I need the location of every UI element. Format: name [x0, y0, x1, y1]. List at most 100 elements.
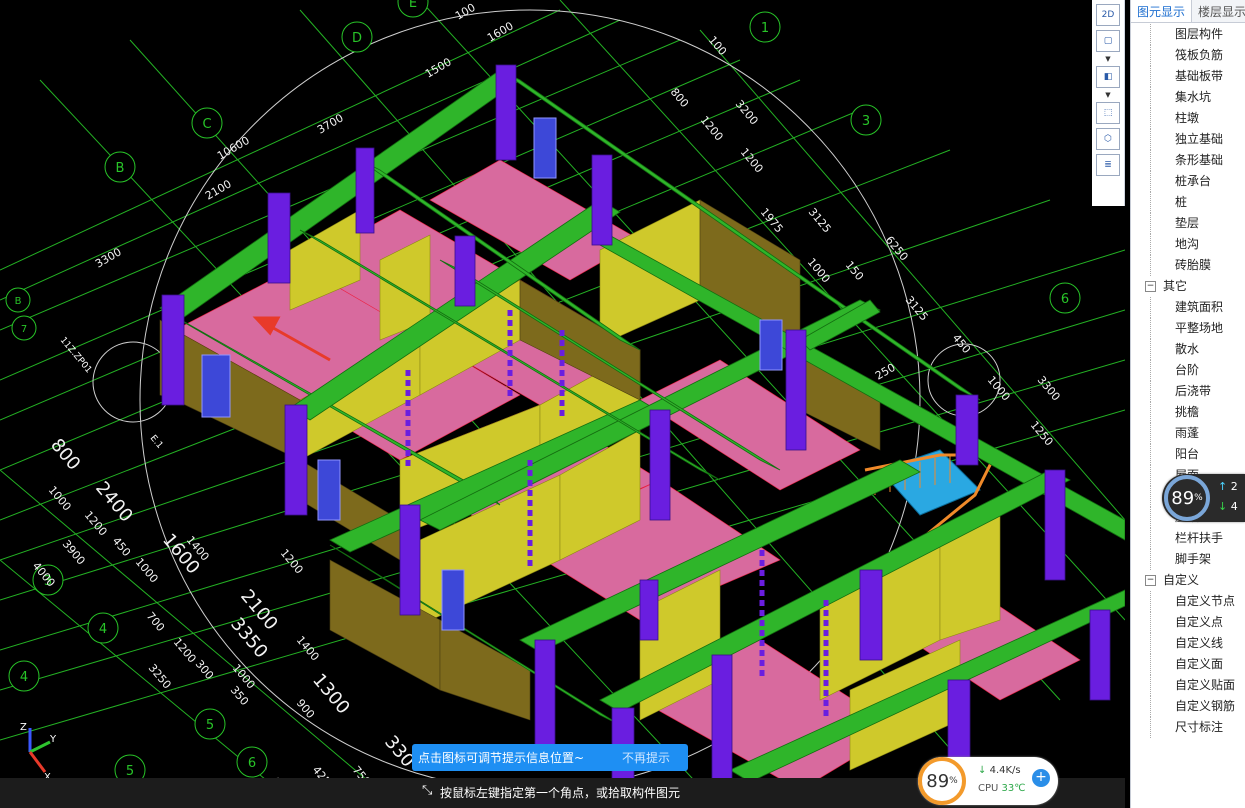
tab-element-display[interactable]: 图元显示 [1131, 0, 1193, 22]
network-monitor-bottom[interactable]: 89% ↓ 4.4K/s CPU 33℃ + [918, 757, 1058, 805]
tree-item[interactable]: 尺寸标注 [1131, 717, 1245, 738]
tree-item[interactable]: 图层构件 [1131, 24, 1245, 45]
svg-text:7: 7 [21, 324, 27, 335]
tree-item[interactable]: 平整场地 [1131, 318, 1245, 339]
tree-connector [1150, 24, 1151, 45]
tree-connector [1150, 360, 1151, 381]
3d-viewport[interactable]: DCB E13 6B7 344 556 100 1600 1500 3700 1… [0, 0, 1125, 808]
tree-item[interactable]: 散水 [1131, 339, 1245, 360]
tree-label: 脚手架 [1175, 552, 1212, 566]
chevron-down-icon[interactable]: ▼ [1092, 92, 1124, 99]
tree-item[interactable]: 阳台 [1131, 444, 1245, 465]
tree-label: 基础板带 [1175, 69, 1224, 83]
tree-item[interactable]: 自定义线 [1131, 633, 1245, 654]
tree-item[interactable]: 自定义点 [1131, 612, 1245, 633]
tree-label: 地沟 [1175, 237, 1200, 251]
svg-text:5: 5 [126, 764, 134, 779]
svg-text:3250: 3250 [146, 662, 174, 692]
tree-connector [1150, 108, 1151, 129]
tree-item[interactable]: 独立基础 [1131, 129, 1245, 150]
3d-view-icon[interactable]: ⬡ [1096, 128, 1120, 150]
svg-text:3300: 3300 [93, 245, 124, 270]
tree-item[interactable]: 基础板带 [1131, 66, 1245, 87]
collapse-icon[interactable]: − [1145, 281, 1156, 292]
tree-item[interactable]: 后浇带 [1131, 381, 1245, 402]
tree-connector [1150, 255, 1151, 276]
upload-rate: ↑ 2 [1218, 480, 1238, 493]
model-canvas[interactable]: DCB E13 6B7 344 556 100 1600 1500 3700 1… [0, 0, 1125, 808]
chevron-down-icon[interactable]: ▼ [1092, 56, 1124, 63]
svg-text:1250: 1250 [1028, 419, 1056, 449]
tree-item[interactable]: 挑檐 [1131, 402, 1245, 423]
tree-connector [1150, 45, 1151, 66]
svg-text:10600: 10600 [215, 134, 252, 163]
list-view-button[interactable]: ≣ [1096, 154, 1120, 176]
svg-text:100: 100 [453, 1, 478, 23]
tree-label: 自定义线 [1175, 636, 1224, 650]
svg-text:450: 450 [950, 332, 973, 356]
network-monitor-top[interactable]: 89% ↑ 2 ↓ 4 [1162, 474, 1245, 522]
tree-item[interactable]: 自定义钢筋 [1131, 696, 1245, 717]
svg-text:1200: 1200 [698, 114, 726, 144]
tree-item[interactable]: 台阶 [1131, 360, 1245, 381]
memory-percent: 89 [1171, 487, 1195, 509]
svg-text:C: C [202, 117, 211, 132]
tree-item[interactable]: 垫层 [1131, 213, 1245, 234]
tree-item[interactable]: 自定义面 [1131, 654, 1245, 675]
svg-text:4: 4 [99, 622, 107, 637]
tree-item[interactable]: 地沟 [1131, 234, 1245, 255]
collapse-icon[interactable]: − [1145, 575, 1156, 586]
tree-item[interactable]: 条形基础 [1131, 150, 1245, 171]
tree-connector [1150, 171, 1151, 192]
tree-connector [1150, 423, 1151, 444]
dismiss-hint-button[interactable]: 不再提示 [622, 749, 670, 766]
tree-label: 自定义 [1163, 573, 1200, 587]
tree-label: 台阶 [1175, 363, 1200, 377]
tree-item[interactable]: 建筑面积 [1131, 297, 1245, 318]
tree-connector [1150, 402, 1151, 423]
tree-connector [1150, 444, 1151, 465]
tree-label: 尺寸标注 [1175, 720, 1224, 734]
tree-item[interactable]: 筏板负筋 [1131, 45, 1245, 66]
hint-bubble[interactable]: 点击图标可调节提示信息位置~ 不再提示 [412, 744, 688, 771]
2d-view-button[interactable]: 2D [1096, 4, 1120, 26]
select-region-button[interactable]: ⬚ [1096, 102, 1120, 124]
cube-view-button[interactable]: ▢ [1096, 30, 1120, 52]
svg-text:Z: Z [20, 722, 27, 733]
tree-group[interactable]: − 其它 [1131, 276, 1245, 297]
tree-item[interactable]: 桩承台 [1131, 171, 1245, 192]
svg-text:1600: 1600 [485, 19, 516, 44]
tree-item[interactable]: 砖胎膜 [1131, 255, 1245, 276]
svg-text:5: 5 [206, 718, 214, 733]
tree-item[interactable]: 桩 [1131, 192, 1245, 213]
download-rate: ↓ 4 [1218, 500, 1238, 513]
cube-shaded-button[interactable]: ◧ [1096, 66, 1120, 88]
svg-text:3200: 3200 [733, 98, 761, 128]
tree-connector [1150, 192, 1151, 213]
tree-label: 集水坑 [1175, 90, 1212, 104]
svg-text:1500: 1500 [423, 55, 454, 80]
tree-connector [1150, 234, 1151, 255]
tree-label: 自定义节点 [1175, 594, 1236, 608]
tree-item[interactable]: 柱墩 [1131, 108, 1245, 129]
add-icon[interactable]: + [1032, 769, 1050, 787]
tree-item[interactable]: 自定义贴面 [1131, 675, 1245, 696]
tree-label: 砖胎膜 [1175, 258, 1212, 272]
svg-text:1: 1 [761, 21, 769, 36]
tree-label: 独立基础 [1175, 132, 1224, 146]
tree-group[interactable]: − 自定义 [1131, 570, 1245, 591]
cursor-pick-icon: ⤡ [422, 783, 433, 798]
network-speed: ↓ 4.4K/s [978, 765, 1021, 776]
tree-item[interactable]: 自定义节点 [1131, 591, 1245, 612]
percent-unit: % [949, 776, 958, 786]
tree-item[interactable]: 集水坑 [1131, 87, 1245, 108]
tree-item[interactable]: 脚手架 [1131, 549, 1245, 570]
tab-floor-display[interactable]: 楼层显示 [1192, 0, 1245, 22]
tree-label: 阳台 [1175, 447, 1200, 461]
tree-connector [1150, 381, 1151, 402]
tree-label: 平整场地 [1175, 321, 1224, 335]
svg-text:1200: 1200 [738, 146, 766, 176]
tree-item[interactable]: 雨蓬 [1131, 423, 1245, 444]
tree-connector [1150, 150, 1151, 171]
tree-item[interactable]: 栏杆扶手 [1131, 528, 1245, 549]
